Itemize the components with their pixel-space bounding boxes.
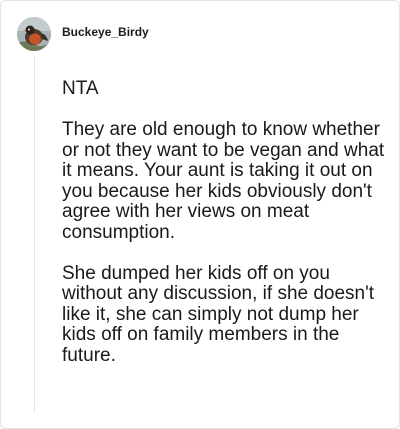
comment-card: Buckeye_Birdy NTA They are old enough to… bbox=[0, 0, 400, 429]
comment-body: NTA They are old enough to know whether … bbox=[62, 78, 388, 366]
robin-bird-avatar-icon bbox=[17, 17, 51, 51]
comment-paragraph-verdict: NTA bbox=[62, 78, 99, 99]
comment-paragraph-2: She dumped her kids off on you without a… bbox=[62, 262, 375, 366]
comment-paragraph-1: They are old enough to know whether or n… bbox=[62, 119, 385, 243]
username[interactable]: Buckeye_Birdy bbox=[62, 25, 149, 39]
thread-collapse-line[interactable] bbox=[34, 57, 35, 412]
user-avatar[interactable] bbox=[17, 17, 51, 51]
